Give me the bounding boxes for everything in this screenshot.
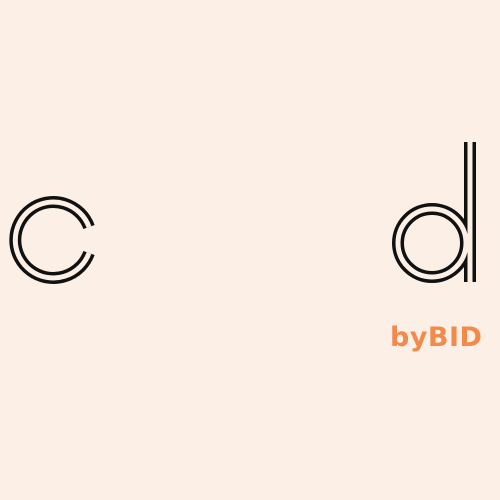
- letter-d-strokes: [392, 142, 476, 283]
- logo-canvas: byBID: [0, 0, 500, 500]
- letter-d-outline: [392, 142, 476, 283]
- letter-c-outline: [9, 196, 95, 284]
- letter-c-strokes: [9, 196, 95, 284]
- brand-tagline: byBID: [390, 322, 483, 353]
